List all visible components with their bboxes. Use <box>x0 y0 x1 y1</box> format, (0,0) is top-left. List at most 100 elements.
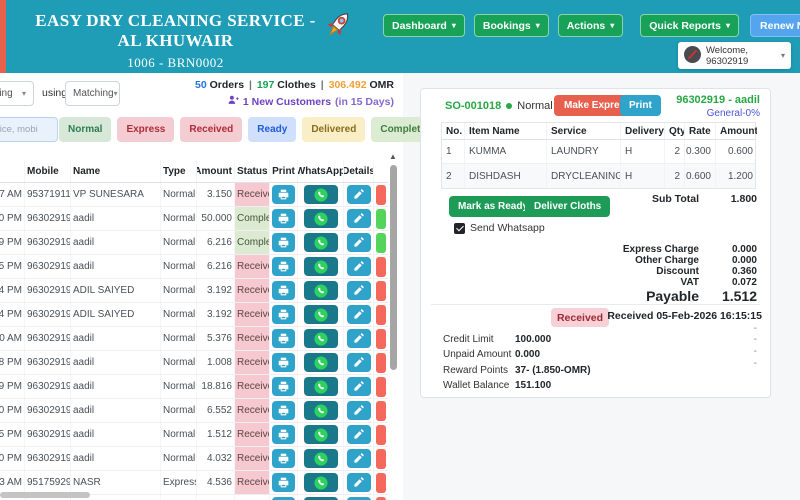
details-button[interactable] <box>346 209 371 228</box>
row-status-strip-cell <box>373 279 388 302</box>
details-button[interactable] <box>346 233 371 252</box>
nav-button-quick-reports[interactable]: Quick Reports ▾ <box>640 14 740 37</box>
details-button[interactable] <box>346 425 371 444</box>
details-button[interactable] <box>346 353 371 372</box>
filter-chip-ready[interactable]: Ready <box>248 117 297 142</box>
new-customers-period: (in 15 Days) <box>335 95 394 108</box>
filter-chip-received[interactable]: Received <box>180 117 243 142</box>
whatsapp-button[interactable] <box>303 281 338 300</box>
table-row[interactable]: 5 PM96302919aadilNormal6.216Received <box>0 255 388 279</box>
print-button[interactable] <box>272 209 295 228</box>
print-button[interactable] <box>272 401 295 420</box>
print-button[interactable] <box>272 329 295 348</box>
whatsapp-button[interactable] <box>303 473 338 492</box>
print-cell <box>269 471 297 494</box>
print-button[interactable] <box>272 377 295 396</box>
user-menu[interactable]: Welcome, 96302919 ▾ <box>678 42 791 69</box>
mark-ready-button[interactable]: Mark as Ready <box>449 196 538 217</box>
whatsapp-button[interactable] <box>303 257 338 276</box>
order-detail-card: SO-001018 Normal Make Express Print 9630… <box>420 88 771 398</box>
search-input[interactable] <box>0 117 58 142</box>
whatsapp-button[interactable] <box>303 353 338 372</box>
item-name: KUMMA <box>464 140 546 163</box>
details-button[interactable] <box>346 473 371 492</box>
details-button[interactable] <box>346 257 371 276</box>
table-row[interactable]: 4 PM 96302919 ADIL SAIYED Normal 3.192 Receiv… <box>0 279 388 303</box>
order-status: Complete <box>234 231 269 254</box>
table-row[interactable]: 9 PM96302919aadilNormal6.216Complete <box>0 231 388 255</box>
nav-button-dashboard[interactable]: Dashboard ▾ <box>383 14 465 37</box>
print-cell <box>269 423 297 446</box>
whatsapp-button[interactable] <box>303 401 338 420</box>
table-row[interactable]: 0 AM96302919aadilNormal5.376Received <box>0 327 388 351</box>
print-button[interactable] <box>272 449 295 468</box>
printer-icon <box>278 405 289 416</box>
filter-chip-express[interactable]: Express <box>117 117 175 142</box>
whatsapp-button[interactable] <box>303 377 338 396</box>
renew-now-button[interactable]: Renew Now <box>750 14 800 37</box>
status-strip <box>376 184 386 205</box>
print-button[interactable] <box>272 473 295 492</box>
details-cell <box>343 375 373 398</box>
item-no: 2 <box>446 170 452 182</box>
search-field-select[interactable]: thing ▾ <box>0 81 34 106</box>
details-button[interactable] <box>346 281 371 300</box>
table-row[interactable]: 8 PM96302919aadilNormal1.008Received <box>0 351 388 375</box>
table-row[interactable]: 9 PM96302919aadilNormal18.816Received <box>0 375 388 399</box>
item-row[interactable]: 2 DISHDASH DRYCLEANING H 2 0.600 1.200 <box>442 164 755 188</box>
whatsapp-button[interactable] <box>303 233 338 252</box>
scrollbar-up-arrow[interactable]: ▲ <box>389 152 397 161</box>
print-button[interactable] <box>272 233 295 252</box>
order-mobile: 95175929 <box>24 471 70 494</box>
filter-chip-normal[interactable]: Normal <box>59 117 112 142</box>
send-whatsapp-checkbox[interactable]: Send Whatsapp <box>454 222 545 234</box>
table-row[interactable]: 0 PM96302919aadilNormal50.000Complete <box>0 207 388 231</box>
print-button[interactable] <box>272 257 295 276</box>
print-button[interactable] <box>272 305 295 324</box>
account-label: Wallet Balance <box>443 379 510 391</box>
horizontal-scrollbar[interactable] <box>0 492 90 498</box>
whatsapp-button[interactable] <box>303 209 338 228</box>
whatsapp-icon <box>313 211 328 226</box>
order-time: 4 PM <box>0 309 22 320</box>
item-rate: 0.300 <box>684 140 715 163</box>
whatsapp-button[interactable] <box>303 449 338 468</box>
column-header: Amount <box>196 160 234 182</box>
print-order-button[interactable]: Print <box>620 95 661 116</box>
details-button[interactable] <box>346 305 371 324</box>
status-strip <box>376 424 386 445</box>
order-type: Normal <box>160 279 196 302</box>
order-status: Received <box>234 375 269 398</box>
print-button[interactable] <box>272 425 295 444</box>
using-label: using <box>42 87 68 99</box>
nav-button-bookings[interactable]: Bookings ▾ <box>473 14 549 37</box>
order-amount: 3.192 <box>196 279 234 302</box>
print-button[interactable] <box>272 353 295 372</box>
status-strip <box>376 328 386 349</box>
checkbox-checked-icon[interactable] <box>454 222 465 234</box>
details-button[interactable] <box>346 185 371 204</box>
table-row[interactable]: 4 PM 96302919 ADIL SAIYED Normal 3.192 Receiv… <box>0 303 388 327</box>
whatsapp-button[interactable] <box>303 305 338 324</box>
status-strip <box>376 304 386 325</box>
print-button[interactable] <box>272 281 295 300</box>
table-row[interactable]: 0 PM96302919aadilNormal4.032Received <box>0 447 388 471</box>
details-cell <box>343 207 373 230</box>
column-header <box>373 160 388 182</box>
table-row[interactable]: 7 AM 95371911 VP SUNESARA Normal 3.150 Receiv… <box>0 183 388 207</box>
match-mode-select[interactable]: Matching ▾ <box>65 81 120 106</box>
details-button[interactable] <box>346 377 371 396</box>
whatsapp-button[interactable] <box>303 329 338 348</box>
item-row[interactable]: 1 KUMMA LAUNDRY H 2 0.300 0.600 <box>442 140 755 164</box>
details-button[interactable] <box>346 401 371 420</box>
details-button[interactable] <box>346 449 371 468</box>
nav-button-actions[interactable]: Actions ▾ <box>557 14 624 37</box>
details-button[interactable] <box>346 329 371 348</box>
whatsapp-button[interactable] <box>303 185 338 204</box>
print-button[interactable] <box>272 185 295 204</box>
table-row[interactable]: 0 PM96302919aadilNormal6.552Received <box>0 399 388 423</box>
filter-chip-delivered[interactable]: Delivered <box>302 117 366 142</box>
table-row[interactable]: 5 PM96302919aadilNormal1.512Received <box>0 423 388 447</box>
whatsapp-button[interactable] <box>303 425 338 444</box>
vertical-scrollbar[interactable] <box>390 165 397 370</box>
